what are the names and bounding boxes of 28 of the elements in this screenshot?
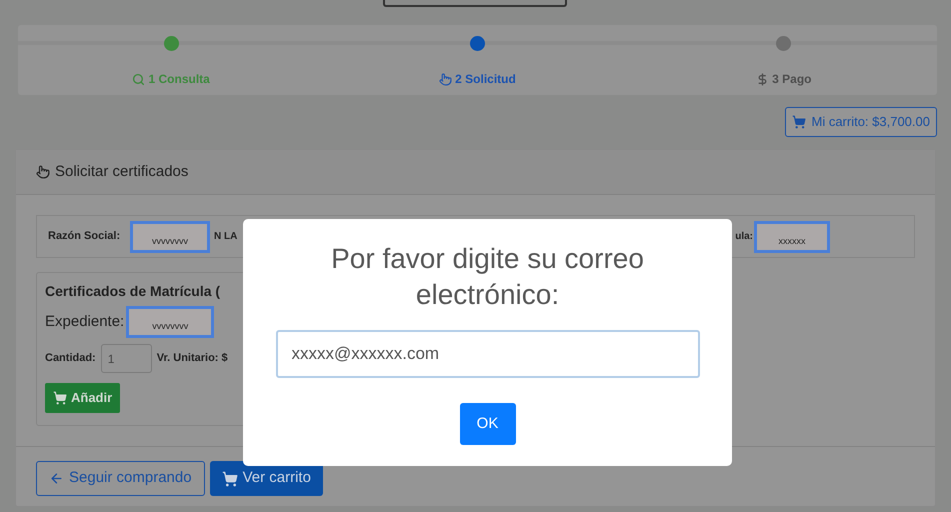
pointing-hand-icon: [439, 72, 452, 86]
step-label[interactable]: 3 Pago: [756, 70, 812, 88]
redaction-box: vvvvvvvv: [126, 306, 214, 338]
name-fragment: N LA: [214, 230, 238, 244]
panel-title: Solicitar certificados: [55, 162, 188, 182]
dollar-icon: [756, 72, 770, 86]
add-button[interactable]: Añadir: [45, 383, 120, 413]
field-label: ula:: [735, 230, 753, 244]
cart-icon: [792, 115, 806, 129]
ok-button[interactable]: OK: [460, 403, 516, 445]
view-cart-button[interactable]: Ver carrito: [210, 461, 323, 496]
field-label: Expediente:: [45, 312, 124, 332]
continue-shopping-button[interactable]: Seguir comprando: [36, 461, 205, 496]
cart-icon: [222, 470, 238, 486]
field-label: Razón Social:: [48, 229, 122, 244]
pointing-hand-icon: [36, 165, 50, 179]
dialog-title: Por favor digite su correo electrónico:: [330, 242, 645, 312]
search-icon: [132, 72, 146, 86]
redaction-box: xxxxxx: [754, 220, 830, 252]
field-label: Vr. Unitario: $: [156, 351, 228, 366]
cart-button[interactable]: Mi carrito: $3,700.00: [785, 107, 937, 137]
field-label: Cantidad:: [45, 351, 96, 366]
cart-icon: [53, 391, 67, 405]
quantity-field[interactable]: 1: [100, 344, 152, 373]
step-label[interactable]: 2 Solicitud: [439, 70, 516, 88]
email-field[interactable]: xxxxx@xxxxxx.com: [276, 330, 700, 378]
card-title: Certificados de Matrícula (: [45, 282, 222, 301]
redaction-box: vvvvvvvv: [130, 220, 210, 252]
